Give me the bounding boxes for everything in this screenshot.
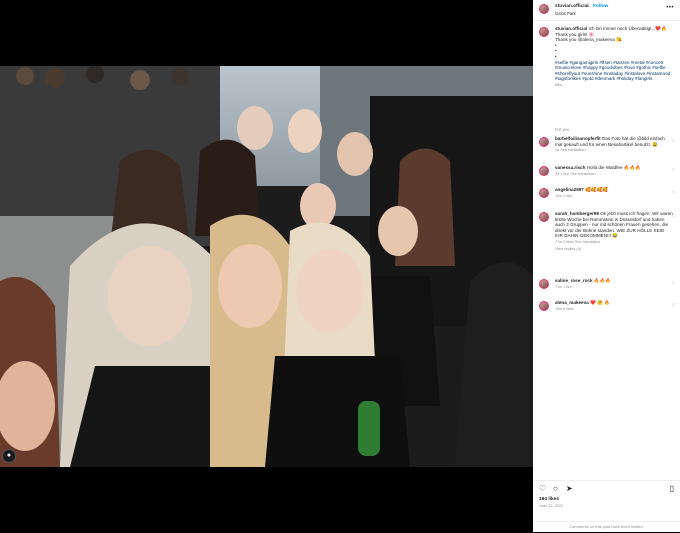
post-side-panel: stuvian.official • Follow Gelos Park •••… <box>533 0 680 532</box>
comment-meta[interactable]: 78w 6 likes <box>555 307 673 313</box>
comment-meta[interactable]: 1d See translation <box>555 148 673 154</box>
caption: stuvian.official Ich bin immer noch Über… <box>555 26 673 89</box>
caption-username[interactable]: stuvian.official <box>555 26 587 31</box>
avatar[interactable] <box>539 279 549 289</box>
list-item: saline_rose_rock 🔥🔥🔥 71w 1 like <box>555 278 673 290</box>
comment-icon[interactable]: ○ <box>553 484 558 493</box>
like-icon[interactable]: ♡ <box>539 484 546 493</box>
comment-text: 🥰🥰🥰🥰 <box>585 187 609 192</box>
avatar[interactable] <box>539 212 549 222</box>
caption-line: Thank you @alena_makeeva 😘 <box>555 37 622 43</box>
comment-username[interactable]: saline_rose_rock <box>555 278 593 283</box>
user-tag-icon[interactable]: ● <box>2 449 16 463</box>
comment-text: ❤️ 🤗 🔥 <box>590 300 610 305</box>
caption-dot: • <box>555 53 557 59</box>
more-options-icon[interactable]: ••• <box>666 5 674 11</box>
post-photo[interactable]: ● <box>0 66 533 467</box>
follow-button[interactable]: Follow <box>593 4 608 9</box>
like-comment-icon[interactable]: ♡ <box>672 190 676 196</box>
post-header: stuvian.official • Follow Gelos Park ••• <box>533 0 680 21</box>
list-item: barbelfoilisanopferfit Das Foto hat die … <box>555 136 673 154</box>
header-separator: • <box>588 4 590 9</box>
save-icon[interactable]: ▯ <box>670 484 674 493</box>
avatar[interactable] <box>539 27 549 37</box>
post-date: June 22, 2022 <box>539 504 564 508</box>
caption-text: Ich bin immer noch Überwältigt...❤️🔥 <box>588 26 667 31</box>
like-comment-icon[interactable]: ♡ <box>672 139 676 145</box>
avatar[interactable] <box>539 4 549 14</box>
comment-username[interactable]: alena_makeeva <box>555 300 589 305</box>
comment-username[interactable]: angelina2697 <box>555 187 584 192</box>
location-link[interactable]: Gelos Park <box>555 11 576 16</box>
caption-line: Thank you girls! 🌸 <box>555 31 595 37</box>
comment-username[interactable]: vanessa.risch <box>555 165 585 170</box>
caption-hashtags[interactable]: #selfie #gangamigirls #ffsen #tanzen #me… <box>555 60 670 82</box>
avatar[interactable] <box>539 188 549 198</box>
caption-dot: • <box>555 42 557 48</box>
post-actions: ♡ ○ ➤ ▯ 184 likes June 22, 2022 Comments… <box>533 480 680 533</box>
comment-text: Holla die Waldfee 🔥🔥🔥 <box>586 165 641 170</box>
comments-limited-notice: Comments on this post have been limited. <box>533 521 680 529</box>
caption-dot: • <box>555 48 557 54</box>
share-icon[interactable]: ➤ <box>566 484 573 493</box>
like-comment-icon[interactable]: ♡ <box>672 281 676 287</box>
list-item: sarah_homberger98 Ok jetzt muss ich frag… <box>555 211 673 252</box>
comment-meta[interactable]: 71w 1 like <box>555 285 673 291</box>
avatar[interactable] <box>539 301 549 311</box>
comments-list[interactable]: stuvian.official Ich bin immer noch Über… <box>533 22 680 480</box>
list-item: alena_makeeva ❤️ 🤗 🔥 78w 6 likes <box>555 300 673 312</box>
avatar[interactable] <box>539 137 549 147</box>
comment-text: 🔥🔥🔥 <box>593 278 611 283</box>
comment-username[interactable]: barbelfoilisanopferfit <box>555 136 601 141</box>
like-comment-icon[interactable]: ♡ <box>672 214 676 220</box>
comment-meta[interactable]: 77w 3 likes See translation <box>555 240 673 246</box>
for-you-label: For you <box>555 127 570 132</box>
avatar[interactable] <box>539 166 549 176</box>
view-replies-link[interactable]: View replies (4) <box>555 247 673 253</box>
likes-count[interactable]: 184 likes <box>539 497 559 502</box>
like-comment-icon[interactable]: ♡ <box>672 303 676 309</box>
list-item: vanessa.risch Holla die Waldfee 🔥🔥🔥 2d 1… <box>555 165 673 177</box>
caption-time: 68w <box>555 82 562 87</box>
list-item: angelina2697 🥰🥰🥰🥰 19w 1 like <box>555 187 673 199</box>
comment-meta[interactable]: 2d 1 like See translation <box>555 172 673 178</box>
comment-username[interactable]: sarah_homberger98 <box>555 211 599 216</box>
concert-selfie-image <box>0 66 533 467</box>
comment-meta[interactable]: 19w 1 like <box>555 194 673 200</box>
header-username[interactable]: stuvian.official <box>555 4 589 9</box>
like-comment-icon[interactable]: ♡ <box>672 168 676 174</box>
